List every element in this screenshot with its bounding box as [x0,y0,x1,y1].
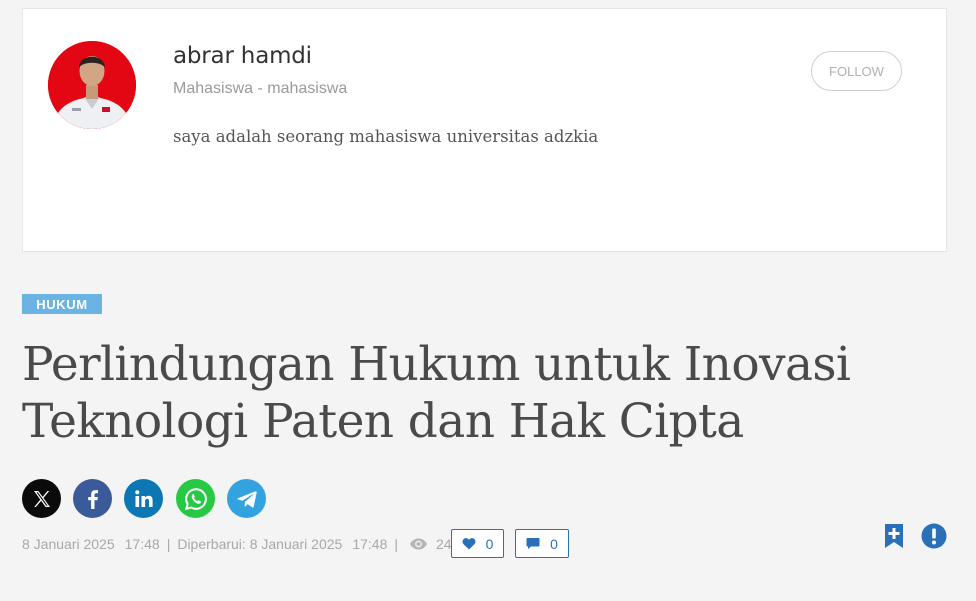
facebook-icon [87,489,98,509]
heart-icon [462,538,476,550]
linkedin-icon [134,489,153,507]
category-badge[interactable]: HUKUM [22,294,102,314]
telegram-icon [236,490,257,508]
like-button[interactable]: 0 [451,529,504,558]
share-x-button[interactable] [22,479,61,518]
follow-button[interactable]: FOLLOW [811,51,902,91]
meta-separator: | [394,536,399,552]
eye-icon [409,538,428,550]
author-profile-card: abrar hamdi Mahasiswa - mahasiswa saya a… [22,8,947,252]
comment-icon [526,538,540,549]
like-count: 0 [485,535,494,552]
whatsapp-icon [184,487,207,510]
article-title-line-2: Teknologi Paten dan Hak Cipta [22,394,744,449]
updated-time: 17:48 [352,536,388,552]
published-date: 8 Januari 2025 [22,536,115,552]
x-icon [33,490,50,507]
published-time: 17:48 [124,536,160,552]
avatar[interactable] [48,41,136,129]
share-facebook-button[interactable] [73,479,112,518]
author-bio: saya adalah seorang mahasiswa universita… [173,127,599,146]
share-linkedin-button[interactable] [124,479,163,518]
updated-date: Diperbarui: 8 Januari 2025 [177,536,343,552]
author-name[interactable]: abrar hamdi [173,43,312,69]
author-role: Mahasiswa - mahasiswa [173,80,348,97]
share-telegram-button[interactable] [227,479,266,518]
comment-button[interactable]: 0 [515,529,569,558]
view-count: 24 [436,536,452,552]
comment-count: 0 [550,535,558,552]
avatar-photo [48,41,136,129]
share-whatsapp-button[interactable] [176,479,215,518]
bookmark-add-icon[interactable] [884,523,904,553]
article-meta: 8 Januari 2025 17:48 | Diperbarui: 8 Jan… [22,536,452,552]
report-alert-icon[interactable] [921,523,947,553]
article-title: Perlindungan Hukum untuk Inovasi Teknolo… [22,336,922,450]
article-title-line-1: Perlindungan Hukum untuk Inovasi [22,337,851,392]
meta-separator: | [166,536,171,552]
